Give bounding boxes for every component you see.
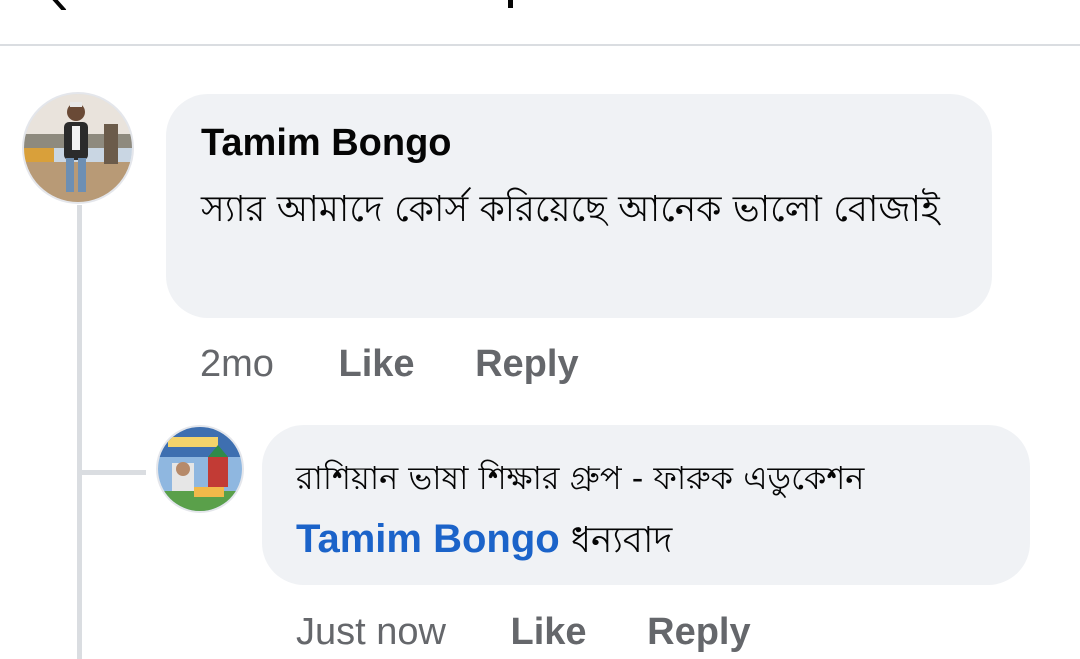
comment-timestamp[interactable]: 2mo bbox=[200, 343, 274, 386]
reply-button[interactable]: Reply bbox=[647, 611, 750, 654]
reply-text: ধন্যবাদ bbox=[570, 520, 673, 561]
header-bar bbox=[0, 0, 1080, 46]
reply-timestamp[interactable]: Just now bbox=[296, 611, 446, 654]
comment-author[interactable]: Tamim Bongo bbox=[201, 122, 452, 165]
reply-actions: Just now Like Reply bbox=[296, 611, 751, 654]
reply-button[interactable]: Reply bbox=[475, 343, 578, 386]
mention-link[interactable]: Tamim Bongo bbox=[296, 517, 560, 561]
avatar[interactable] bbox=[24, 94, 132, 202]
search-icon[interactable] bbox=[965, 0, 1035, 20]
comments-page: Tamim Bongo স্যার আমাদে কোর্স করিয়েছে আ… bbox=[0, 0, 1080, 659]
thread-branch-line bbox=[82, 470, 146, 475]
avatar-photo bbox=[24, 94, 132, 202]
like-button[interactable]: Like bbox=[338, 343, 414, 386]
like-button[interactable]: Like bbox=[511, 611, 587, 654]
reply-body: Tamim Bongo ধন্যবাদ bbox=[296, 513, 672, 573]
comment-text: স্যার আমাদে কোর্স করিয়েছে আনেক ভালো বোজ… bbox=[201, 189, 940, 230]
thread-line bbox=[77, 205, 82, 659]
comment-actions: 2mo Like Reply bbox=[200, 343, 579, 386]
avatar-photo bbox=[158, 427, 242, 511]
reply-author[interactable]: রাশিয়ান ভাষা শিক্ষার গ্রুপ - ফারুক এডুক… bbox=[296, 453, 864, 507]
header-title-fragment bbox=[508, 0, 513, 8]
reply-bubble[interactable]: রাশিয়ান ভাষা শিক্ষার গ্রুপ - ফারুক এডুক… bbox=[262, 425, 1030, 585]
back-arrow-icon[interactable] bbox=[40, 0, 80, 10]
reply-avatar[interactable] bbox=[158, 427, 242, 511]
comment-bubble[interactable]: Tamim Bongo স্যার আমাদে কোর্স করিয়েছে আ… bbox=[166, 94, 992, 318]
